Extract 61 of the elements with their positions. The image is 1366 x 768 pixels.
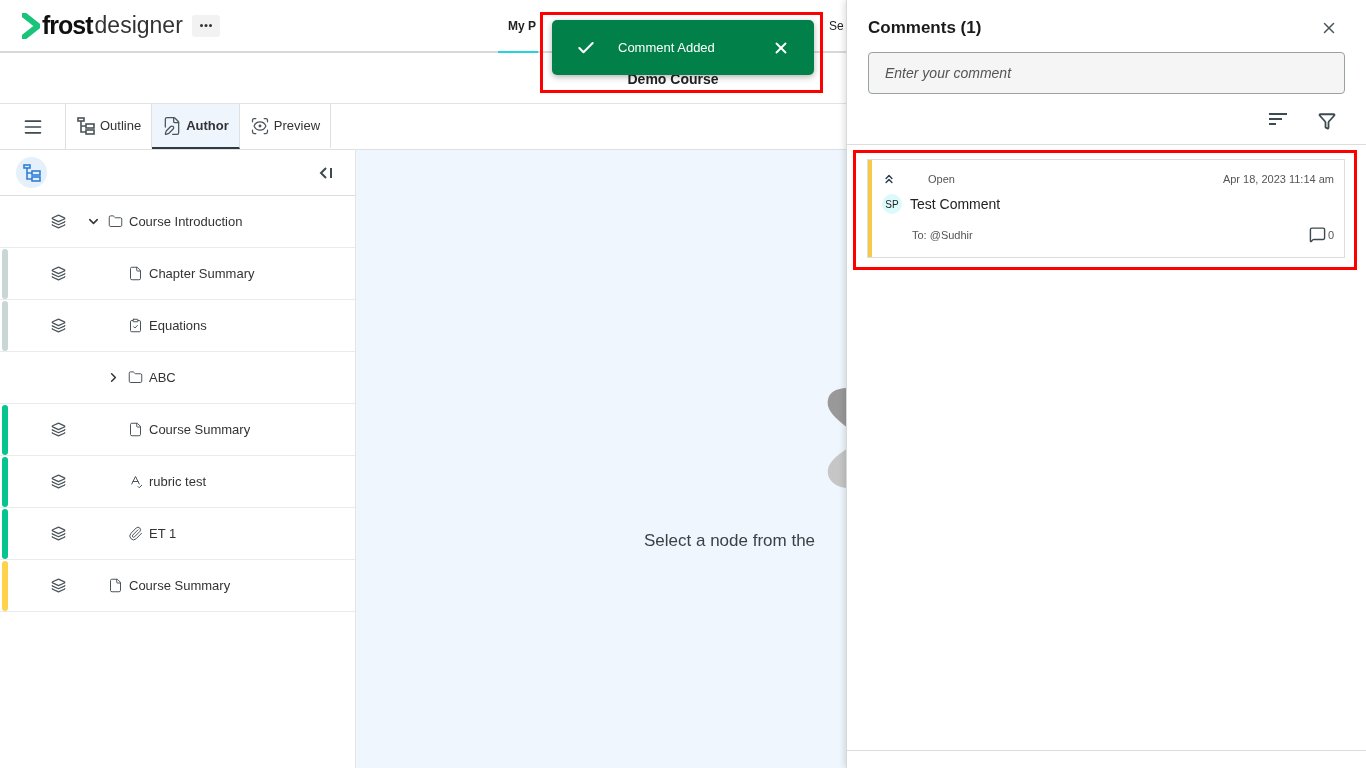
panel-title: Comments (1) xyxy=(868,18,982,38)
more-icon xyxy=(200,24,212,27)
page-icon xyxy=(128,266,143,281)
chevrons-up-icon xyxy=(882,172,896,186)
logo-text: designer xyxy=(94,12,183,39)
layers-icon[interactable] xyxy=(50,474,66,489)
tree-icon xyxy=(21,162,42,183)
spell-check-icon xyxy=(128,474,143,489)
layers-icon[interactable] xyxy=(50,578,66,593)
eye-icon xyxy=(249,115,270,136)
comment-status: Open xyxy=(928,173,955,185)
tree-row[interactable]: Course Summary xyxy=(0,560,355,612)
tree-row[interactable]: ET 1 xyxy=(0,508,355,560)
collapse-panel-icon[interactable] xyxy=(319,165,333,180)
layers-icon[interactable] xyxy=(50,526,66,541)
course-title: Demo Course xyxy=(627,71,719,87)
tree-row[interactable]: Chapter Summary xyxy=(0,248,355,300)
tree-row[interactable]: ABC xyxy=(0,352,355,404)
page-icon xyxy=(128,422,143,437)
avatar: SP xyxy=(882,194,902,214)
sort-icon xyxy=(1268,112,1288,126)
toast-message: Comment Added xyxy=(618,40,716,55)
logo-text: frost xyxy=(42,11,93,40)
chevron-logo-icon xyxy=(22,12,40,39)
layers-icon[interactable] xyxy=(50,318,66,333)
comment-card[interactable]: Open Apr 18, 2023 11:14 am SP Test Comment To: @Sudhir 0 xyxy=(867,159,1345,258)
tree-item-label: Equations xyxy=(149,318,207,333)
tree-icon xyxy=(76,115,96,136)
layers-icon[interactable] xyxy=(50,214,66,229)
message-icon[interactable] xyxy=(1308,226,1326,243)
tree-item-label: Course Introduction xyxy=(129,214,243,229)
layers-icon[interactable] xyxy=(50,422,66,437)
page-icon xyxy=(108,578,123,593)
tree-row[interactable]: rubric test xyxy=(0,456,355,508)
tree-view-button[interactable] xyxy=(16,157,47,188)
tree-item-label: rubric test xyxy=(149,474,207,489)
comment-text: Test Comment xyxy=(910,196,1001,212)
more-button[interactable] xyxy=(192,14,220,37)
reply-count: 0 xyxy=(1327,228,1334,241)
layers-icon[interactable] xyxy=(50,266,66,281)
view-tab[interactable]: Author xyxy=(152,104,240,149)
filter-button[interactable] xyxy=(1318,112,1336,130)
paperclip-icon xyxy=(128,526,143,541)
comment-input-field[interactable]: Enter your comment xyxy=(868,52,1345,94)
comment-recipient: To: @Sudhir xyxy=(912,228,973,241)
empty-state-message: Select a node from the xyxy=(644,531,816,551)
tree-item-label: Chapter Summary xyxy=(149,266,255,281)
tree-item-label: Course Summary xyxy=(129,578,231,593)
nav-tab[interactable]: Se xyxy=(819,0,846,53)
tree-row[interactable]: Equations xyxy=(0,300,355,352)
folder-icon xyxy=(108,214,123,229)
checklist-icon xyxy=(128,318,143,333)
filter-icon xyxy=(1318,112,1336,130)
tree-item-label: ABC xyxy=(149,370,176,385)
tree-row[interactable]: Course Summary xyxy=(0,404,355,456)
tree-item-label: Course Summary xyxy=(149,422,251,437)
folder-icon xyxy=(128,370,143,385)
tree-row[interactable]: Course Introduction xyxy=(0,196,355,248)
tree-item-label: ET 1 xyxy=(149,526,177,541)
comment-date: Apr 18, 2023 11:14 am xyxy=(1222,173,1334,185)
nav-tab[interactable]: My P xyxy=(498,0,538,53)
